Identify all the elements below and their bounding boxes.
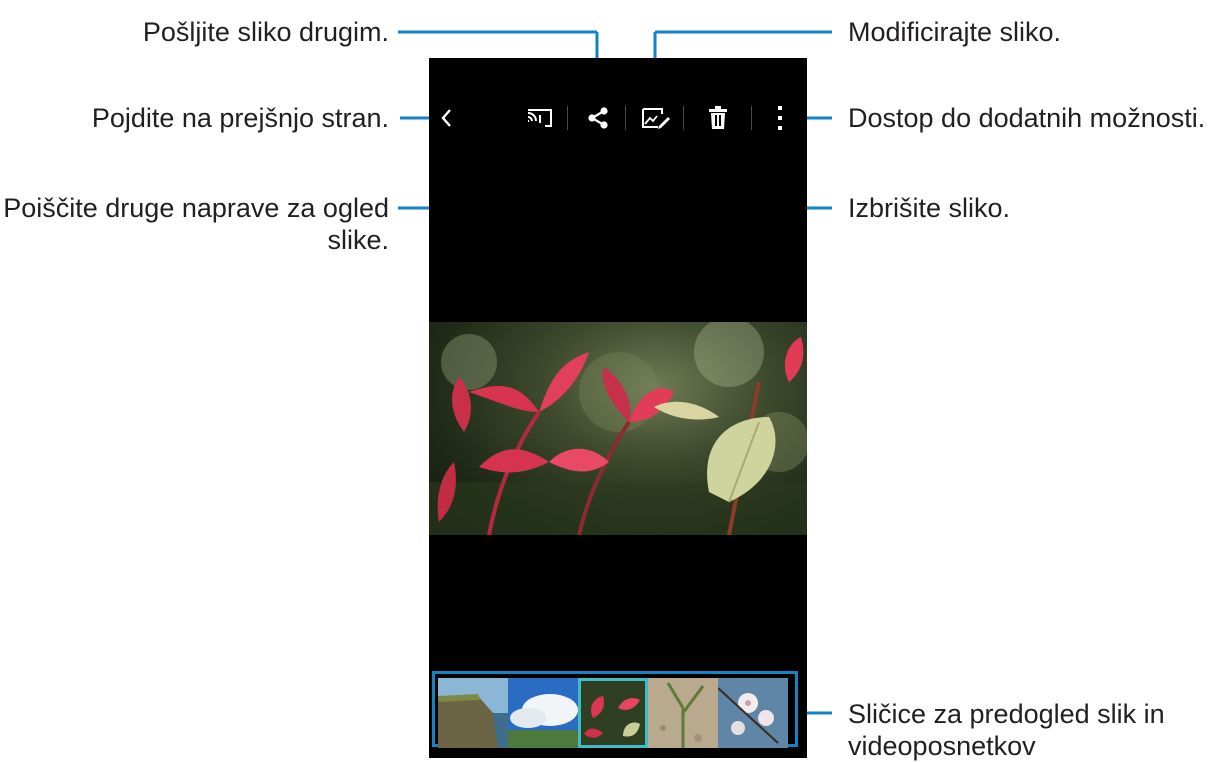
thumbnail-blue-sky-clouds[interactable] [508, 678, 578, 748]
share-button[interactable] [581, 98, 615, 138]
callout-thumbnails: Sličice za predogled slik in videoposnet… [848, 699, 1165, 761]
more-options-button[interactable] [765, 98, 795, 138]
thumbnail-strip [429, 668, 807, 752]
callout-edit: Modificirajte sliko. [848, 17, 1062, 47]
callout-more: Dostop do dodatnih možnosti. [848, 103, 1206, 133]
callout-back: Pojdite na prejšnjo stran. [91, 103, 389, 133]
callout-delete: Izbrišite sliko. [848, 193, 1011, 223]
nearby-devices-icon [527, 109, 552, 127]
callout-nearby: Poiščite druge naprave za ogled slike. [3, 193, 389, 255]
thumbnail-sprout-in-soil[interactable] [648, 678, 718, 748]
photo-image [429, 322, 807, 535]
delete-button[interactable] [701, 98, 735, 138]
main-photo[interactable] [429, 322, 807, 535]
share-icon [588, 107, 608, 129]
thumbnail-coastal-cliff[interactable] [438, 678, 508, 748]
back-button[interactable] [431, 98, 461, 138]
action-bar [429, 92, 807, 146]
edit-picture-icon [642, 108, 670, 129]
more-options-icon [778, 106, 782, 130]
trash-icon [709, 106, 727, 129]
chevron-left-icon [441, 109, 451, 127]
phone-screen [429, 58, 807, 758]
edit-picture-button[interactable] [637, 98, 675, 138]
nearby-devices-button[interactable] [521, 98, 559, 138]
thumbnail-red-leaves[interactable] [578, 678, 648, 748]
callout-share: Pošljite sliko drugim. [142, 17, 389, 47]
thumbnail-cherry-blossom[interactable] [718, 678, 788, 748]
